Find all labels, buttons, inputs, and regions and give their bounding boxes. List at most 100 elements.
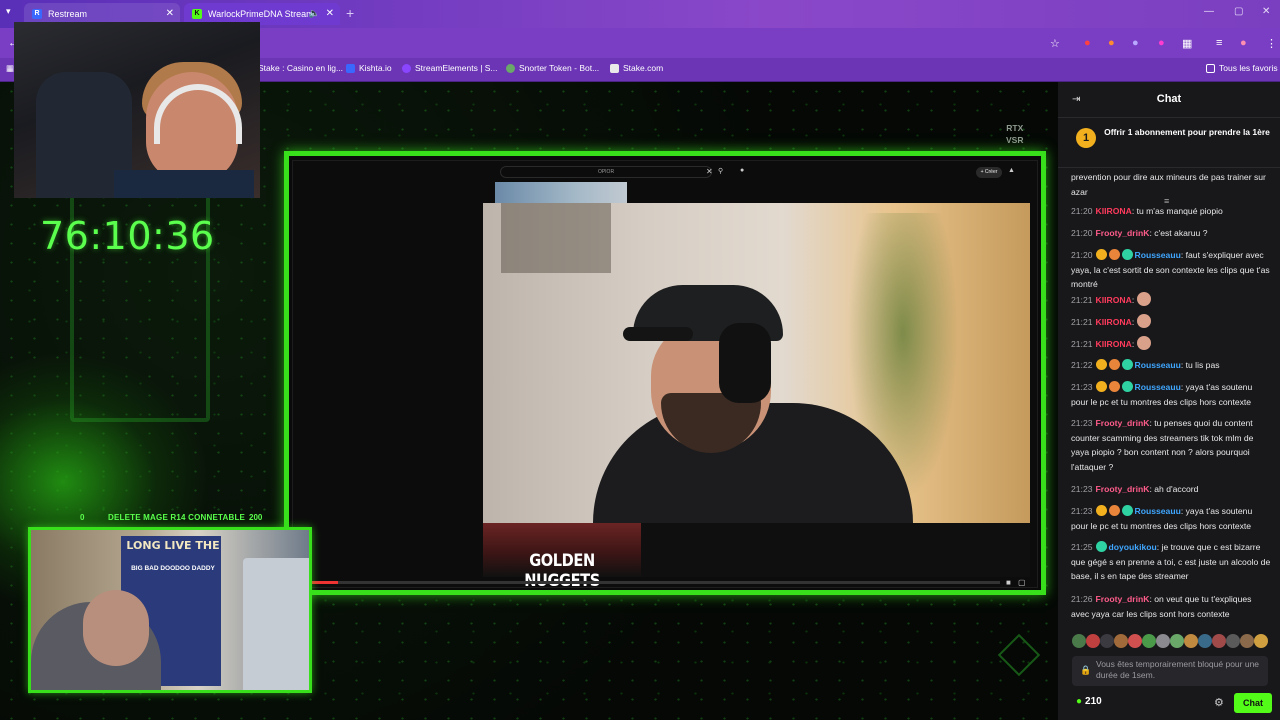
extension-icon[interactable]: ● xyxy=(1132,37,1139,49)
recommendation-title: GOLDEN NUGGETS xyxy=(524,551,600,591)
chat-message: 21:21 KIIRONA: xyxy=(1071,292,1271,308)
extension-icon[interactable]: ● xyxy=(1108,37,1115,49)
message-time: 21:21 xyxy=(1071,317,1093,327)
message-username[interactable]: Rousseauu xyxy=(1135,250,1181,260)
chat-input-blocked[interactable]: 🔒 Vous êtes temporairement bloqué pour u… xyxy=(1072,656,1268,686)
poster-subtitle: BIG BAD DOODOO DADDY xyxy=(131,565,215,572)
background-monitor xyxy=(243,558,309,690)
fullscreen-icon: ▢ xyxy=(1018,578,1026,587)
message-username[interactable]: KIIRONA xyxy=(1096,206,1132,216)
bookmark-item[interactable]: Snorter Token - Bot... xyxy=(506,63,599,73)
seek-progress xyxy=(310,581,338,584)
emote-icon[interactable] xyxy=(1254,634,1268,648)
tab-search-icon[interactable]: ▾ xyxy=(6,6,11,17)
message-time: 21:21 xyxy=(1071,339,1093,349)
og-badge-icon xyxy=(1108,381,1120,392)
chat-message: 21:20 KIIRONA: tu m'as manqué piopio xyxy=(1071,204,1271,219)
message-text: tu m'as manqué piopio xyxy=(1136,206,1223,216)
emote-icon[interactable] xyxy=(1156,634,1170,648)
all-bookmarks-label: Tous les favoris xyxy=(1219,63,1278,73)
message-time: 21:20 xyxy=(1071,228,1093,238)
message-username[interactable]: KIIRONA xyxy=(1096,295,1132,305)
bookmark-item[interactable]: Kishta.io xyxy=(346,63,392,73)
menu-icon[interactable]: ⋮ xyxy=(1266,37,1277,50)
search-icon: ⚲ xyxy=(718,168,724,175)
channel-points[interactable]: ● 210 xyxy=(1076,696,1102,707)
maximize-icon[interactable]: ▢ xyxy=(1234,6,1243,17)
extension-icon[interactable]: ● xyxy=(1084,37,1091,49)
message-username[interactable]: Frooty_drinK xyxy=(1096,484,1150,494)
minimize-icon[interactable]: — xyxy=(1204,6,1214,17)
message-username[interactable]: Rousseauu xyxy=(1135,360,1181,370)
sub-badge-icon xyxy=(1095,381,1107,392)
sub-badge-icon: 1 xyxy=(1076,128,1096,148)
emote-icon[interactable] xyxy=(1072,634,1086,648)
apps-icon[interactable]: ▦ xyxy=(6,63,14,74)
emote-icon xyxy=(1136,336,1151,350)
thumbnail xyxy=(495,182,627,204)
message-username[interactable]: doyoukikou xyxy=(1109,542,1157,552)
emote-icon[interactable] xyxy=(1226,634,1240,648)
profile-avatar-icon[interactable]: ● xyxy=(1240,37,1247,49)
message-username[interactable]: KIIRONA xyxy=(1096,339,1132,349)
chat-message: 21:25 doyoukikou: je trouve que c est biz… xyxy=(1071,540,1271,584)
streamer-shirt xyxy=(114,170,254,198)
mic-icon: ● xyxy=(740,167,745,174)
close-tab-icon[interactable]: ✕ xyxy=(326,8,334,19)
message-username[interactable]: Rousseauu xyxy=(1135,506,1181,516)
new-tab-button[interactable]: + xyxy=(346,5,354,21)
emote-icon[interactable] xyxy=(1142,634,1156,648)
emote-icon[interactable] xyxy=(1114,634,1128,648)
all-bookmarks[interactable]: Tous les favoris xyxy=(1206,63,1278,73)
chat-message: 21:23 Frooty_drinK: tu penses quoi du con… xyxy=(1071,416,1271,474)
emote-icon[interactable] xyxy=(1212,634,1226,648)
extension-icon[interactable]: ● xyxy=(1158,37,1165,49)
emote-icon xyxy=(1136,292,1151,306)
message-text: c'est akaruu ? xyxy=(1154,228,1208,238)
bookmark-item[interactable]: StreamElements | S... xyxy=(402,63,498,73)
message-time: 21:23 xyxy=(1071,418,1093,428)
reading-list-icon[interactable]: ≡ xyxy=(1216,37,1222,49)
message-username[interactable]: Rousseauu xyxy=(1135,382,1181,392)
message-username[interactable]: Frooty_drinK xyxy=(1096,418,1150,428)
guest-webcam: LONG LIVE THE BIG BAD DOODOO DADDY xyxy=(28,527,312,693)
emote-icon[interactable] xyxy=(1184,634,1198,648)
snorter-icon xyxy=(506,63,515,73)
gift-sub-banner[interactable]: 1 Offrir 1 abonnement pour prendre la 1è… xyxy=(1058,118,1280,206)
chat-message: 21:21 KIIRONA: xyxy=(1071,336,1271,352)
puzzle-icon[interactable]: ▦ xyxy=(1182,37,1192,50)
chat-message: 21:26 Frooty_drinK: on veut que tu t'expl… xyxy=(1071,592,1271,621)
sub-badge-icon xyxy=(1095,249,1107,260)
message-separator: : xyxy=(1131,317,1137,327)
chat-message: 21:23 Rousseauu: yaya t'as soutenu pour l… xyxy=(1071,380,1271,409)
message-username[interactable]: Frooty_drinK xyxy=(1096,594,1150,604)
close-window-icon[interactable]: ✕ xyxy=(1262,6,1270,17)
message-username[interactable]: KIIRONA xyxy=(1096,317,1132,327)
emote-icon[interactable] xyxy=(1170,634,1184,648)
gear-icon[interactable]: ⚙ xyxy=(1214,696,1224,709)
guest-face xyxy=(83,590,149,666)
bookmark-item[interactable]: Stake.com xyxy=(610,63,663,73)
message-separator: : xyxy=(1131,295,1137,305)
emote-icon[interactable] xyxy=(1086,634,1100,648)
message-time: 21:25 xyxy=(1071,542,1093,552)
gift-badge-icon xyxy=(1121,505,1133,516)
lock-icon: 🔒 xyxy=(1080,665,1092,675)
star-icon[interactable]: ☆ xyxy=(1050,37,1060,50)
background-shelf xyxy=(501,203,611,273)
volume-icon: ■ xyxy=(1006,578,1011,587)
emote-icon[interactable] xyxy=(1198,634,1212,648)
emote-icon[interactable] xyxy=(1100,634,1114,648)
emote-icon[interactable] xyxy=(1240,634,1254,648)
message-text: tu lis pas xyxy=(1185,360,1220,370)
message-time: 21:20 xyxy=(1071,206,1093,216)
message-username[interactable]: Frooty_drinK xyxy=(1096,228,1150,238)
emote-icon[interactable] xyxy=(1128,634,1142,648)
close-tab-icon[interactable]: ✕ xyxy=(166,8,174,19)
sub-badge-icon xyxy=(1095,505,1107,516)
message-time: 21:20 xyxy=(1071,250,1093,260)
bell-icon: ▲ xyxy=(1008,167,1015,174)
speaker-icon[interactable]: 🔈 xyxy=(309,8,320,19)
chat-send-button[interactable]: Chat xyxy=(1234,693,1272,713)
bookmark-item[interactable]: Stake : Casino en lig... xyxy=(258,63,343,73)
